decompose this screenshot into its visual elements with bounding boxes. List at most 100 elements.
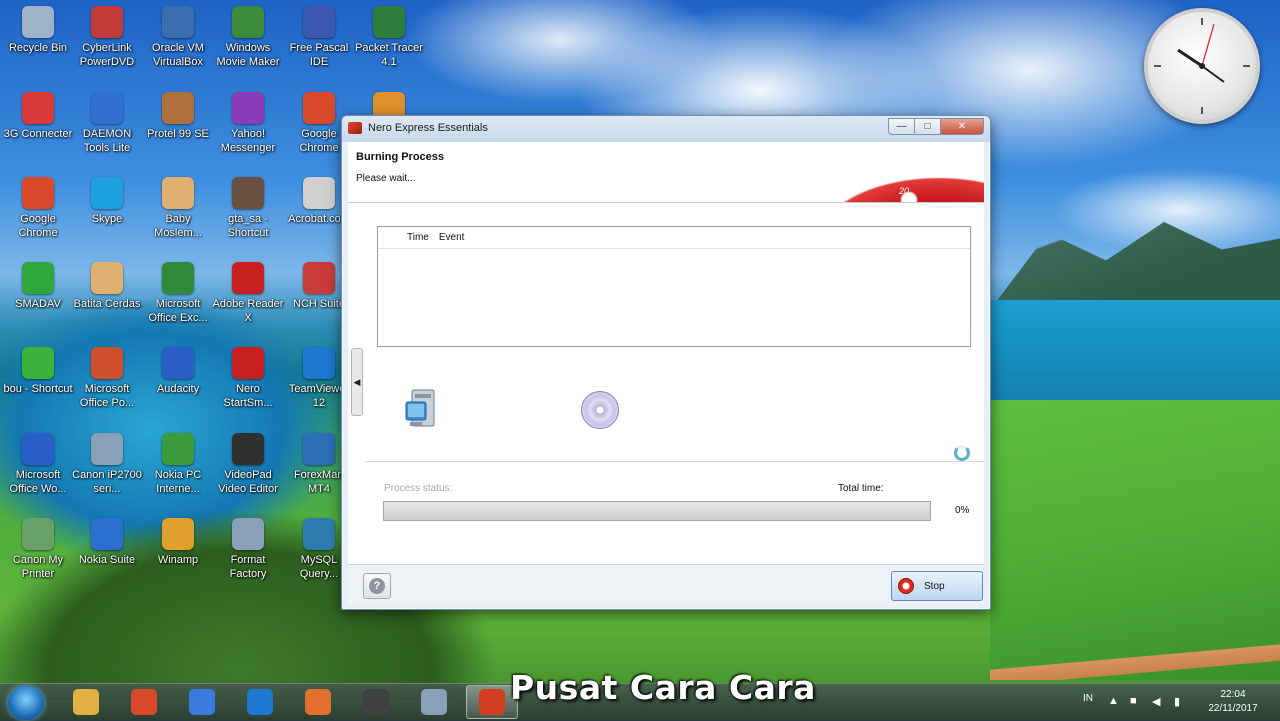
stop-button[interactable]: Stop bbox=[891, 571, 983, 601]
desktop-icon[interactable]: Windows Movie Maker bbox=[212, 6, 284, 69]
desktop-icon[interactable]: SMADAV bbox=[2, 262, 74, 311]
nero-express-window[interactable]: Nero Express Essentials — □ ✕ Burning Pr… bbox=[341, 115, 991, 610]
app-shortcut-icon bbox=[22, 177, 54, 209]
collapse-panel-button[interactable]: ◀ bbox=[351, 348, 363, 416]
app-shortcut-icon bbox=[22, 518, 54, 550]
desktop-icon-label: Batita Cerdas bbox=[73, 298, 141, 310]
maximize-button[interactable]: □ bbox=[914, 118, 940, 135]
app-shortcut-icon bbox=[91, 518, 123, 550]
desktop-icon[interactable]: Canon My Printer bbox=[2, 518, 74, 581]
taskbar-button[interactable] bbox=[118, 685, 170, 719]
clock-gadget[interactable] bbox=[1144, 8, 1260, 124]
file-explorer-icon bbox=[73, 689, 99, 715]
help-button[interactable]: ? bbox=[363, 573, 391, 599]
desktop-icon[interactable]: Microsoft Office Exc... bbox=[142, 262, 214, 325]
window-titlebar[interactable]: Nero Express Essentials — □ ✕ bbox=[342, 116, 990, 142]
desktop-icon[interactable]: Microsoft Office Wo... bbox=[2, 433, 74, 496]
app-shortcut-icon bbox=[22, 262, 54, 294]
show-hidden-icons-icon[interactable]: ▲ bbox=[1108, 695, 1119, 707]
desktop-icon-label: VideoPad Video Editor bbox=[218, 469, 278, 495]
speedo-tick: 180 bbox=[962, 170, 978, 180]
close-button[interactable]: ✕ bbox=[940, 118, 984, 135]
action-center-icon[interactable]: ■ bbox=[1130, 695, 1137, 707]
desktop-icon[interactable]: Microsoft Office Po... bbox=[71, 347, 143, 410]
taskbar-clock[interactable]: 22:04 22/11/2017 bbox=[1200, 688, 1266, 716]
app-shortcut-icon bbox=[91, 92, 123, 124]
desktop-icon-label: Skype bbox=[91, 213, 123, 225]
firefox-icon bbox=[305, 689, 331, 715]
desktop-icon-label: Microsoft Office Po... bbox=[79, 383, 135, 409]
desktop-icon-label: Protel 99 SE bbox=[147, 128, 209, 140]
page-title: Burning Process bbox=[356, 151, 445, 163]
taskbar-button[interactable] bbox=[60, 685, 112, 719]
app-shortcut-icon bbox=[232, 347, 264, 379]
help-icon: ? bbox=[369, 578, 385, 594]
column-header-event[interactable]: Event bbox=[439, 232, 465, 243]
taskbar-button[interactable] bbox=[234, 685, 286, 719]
app-shortcut-icon bbox=[22, 6, 54, 38]
table-header: Time Event bbox=[378, 227, 970, 249]
window-client-area: Burning Process Please wait... 60 40 160… bbox=[348, 142, 984, 605]
desktop-icon-label: Canon My Printer bbox=[12, 554, 64, 580]
desktop-icon[interactable]: CyberLink PowerDVD bbox=[71, 6, 143, 69]
wallpaper-sand-path bbox=[990, 640, 1280, 680]
speedo-tick: 40 bbox=[879, 170, 890, 180]
app-shortcut-icon bbox=[162, 6, 194, 38]
language-indicator[interactable]: IN bbox=[1083, 693, 1093, 704]
app-shortcut-icon bbox=[162, 177, 194, 209]
app-shortcut-icon bbox=[303, 518, 335, 550]
app-shortcut-icon bbox=[232, 433, 264, 465]
desktop-icon[interactable]: gta_sa - Shortcut bbox=[212, 177, 284, 240]
desktop-icon[interactable]: Protel 99 SE bbox=[142, 92, 214, 141]
app-shortcut-icon bbox=[91, 262, 123, 294]
start-button[interactable] bbox=[8, 686, 44, 720]
desktop-icon[interactable]: Skype bbox=[71, 177, 143, 226]
taskbar-button[interactable] bbox=[176, 685, 228, 719]
desktop-icon-label: Audacity bbox=[156, 383, 200, 395]
desktop-icon[interactable]: Nokia PC Interne... bbox=[142, 433, 214, 496]
desktop-icon[interactable]: Google Chrome bbox=[2, 177, 74, 240]
taskbar-button[interactable] bbox=[292, 685, 344, 719]
column-header-time[interactable]: Time bbox=[407, 232, 429, 243]
desktop-icon-label: Windows Movie Maker bbox=[216, 42, 280, 68]
desktop-icon[interactable]: 3G Connecter bbox=[2, 92, 74, 141]
desktop-icon[interactable]: bou - Shortcut bbox=[2, 347, 74, 396]
app-shortcut-icon bbox=[232, 518, 264, 550]
desktop-icon-label: Nokia Suite bbox=[78, 554, 136, 566]
desktop-icon[interactable]: DAEMON Tools Lite bbox=[71, 92, 143, 155]
desktop-icon[interactable]: Nero StartSm... bbox=[212, 347, 284, 410]
desktop-icon[interactable]: Packet Tracer 4.1 bbox=[353, 6, 425, 69]
window-title: Nero Express Essentials bbox=[368, 122, 488, 134]
taskbar-button[interactable] bbox=[408, 685, 460, 719]
desktop-icon[interactable]: Free Pascal IDE bbox=[283, 6, 355, 69]
app-shortcut-icon bbox=[162, 433, 194, 465]
desktop-icon[interactable]: Format Factory bbox=[212, 518, 284, 581]
desktop-icon[interactable]: Winamp bbox=[142, 518, 214, 567]
disc-icon bbox=[581, 391, 619, 429]
desktop-icon[interactable]: Oracle VM VirtualBox bbox=[142, 6, 214, 69]
desktop-icon-label: CyberLink PowerDVD bbox=[79, 42, 135, 68]
app-shortcut-icon bbox=[303, 92, 335, 124]
minimize-button[interactable]: — bbox=[888, 118, 914, 135]
event-log-table[interactable]: Time Event bbox=[377, 226, 971, 347]
network-signal-icon[interactable]: ▮ bbox=[1174, 695, 1180, 708]
desktop-icon-label: Packet Tracer 4.1 bbox=[355, 42, 423, 68]
desktop-icon[interactable]: VideoPad Video Editor bbox=[212, 433, 284, 496]
busy-spinner-icon bbox=[954, 445, 970, 461]
desktop-icon[interactable]: Audacity bbox=[142, 347, 214, 396]
desktop-icon[interactable]: Yahoo! Messenger bbox=[212, 92, 284, 155]
video-editor-icon bbox=[363, 689, 389, 715]
desktop-icon[interactable]: Nokia Suite bbox=[71, 518, 143, 567]
desktop-icon[interactable]: Batita Cerdas bbox=[71, 262, 143, 311]
stop-button-label: Stop bbox=[924, 580, 945, 592]
desktop-icon-label: Microsoft Office Wo... bbox=[9, 469, 67, 495]
speedo-tick: 60 bbox=[871, 152, 882, 162]
volume-muted-icon[interactable]: ◀ bbox=[1152, 695, 1160, 708]
app-shortcut-icon bbox=[373, 6, 405, 38]
app-shortcut-icon bbox=[162, 92, 194, 124]
taskbar-button[interactable] bbox=[350, 685, 402, 719]
desktop-icon[interactable]: Recycle Bin bbox=[2, 6, 74, 55]
desktop-icon[interactable]: Adobe Reader X bbox=[212, 262, 284, 325]
desktop-icon[interactable]: Baby Moslem... bbox=[142, 177, 214, 240]
desktop-icon[interactable]: Canon iP2700 seri... bbox=[71, 433, 143, 496]
